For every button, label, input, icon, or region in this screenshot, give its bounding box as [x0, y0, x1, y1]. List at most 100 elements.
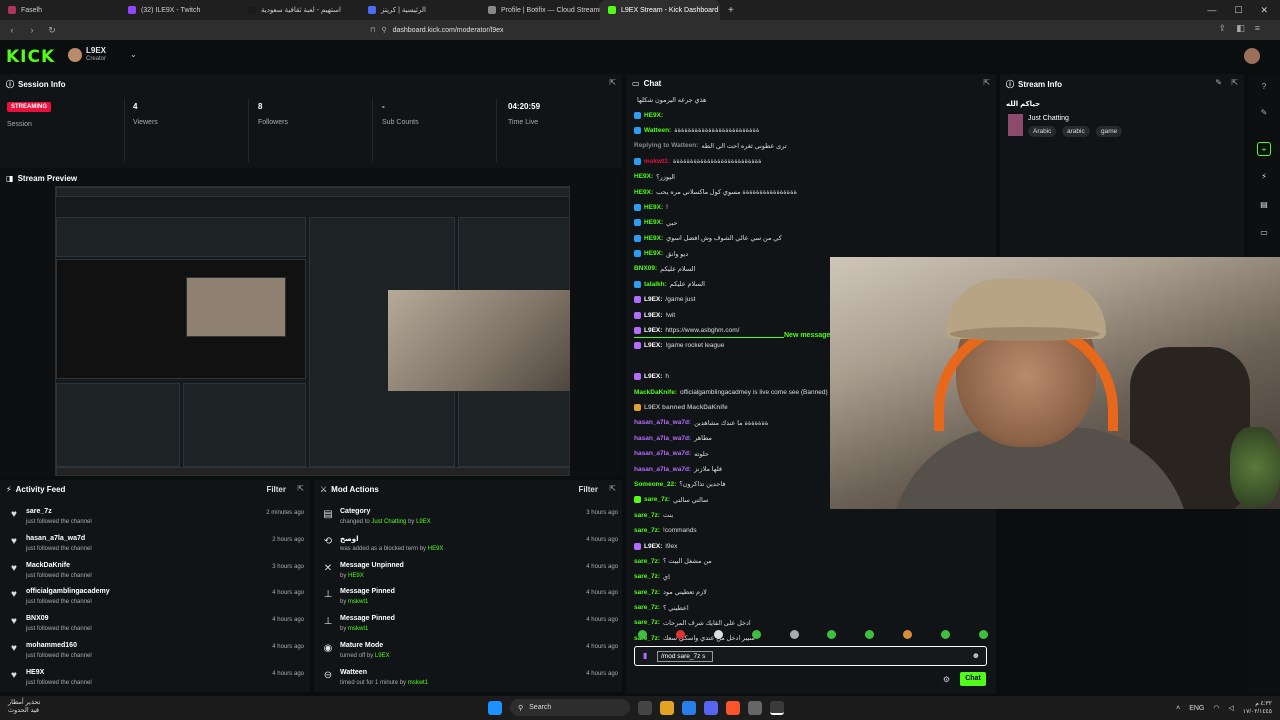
chat-username[interactable]: sare_7z: — [634, 589, 660, 596]
reload-icon[interactable]: ↻ — [44, 25, 60, 36]
chat-input[interactable] — [657, 651, 713, 662]
emoji-icon[interactable]: ☻ — [972, 651, 980, 660]
discord-icon[interactable] — [704, 700, 718, 715]
category-name[interactable]: Just Chatting — [1028, 115, 1069, 122]
browser-tab[interactable]: L9EX Stream - Kick Dashboard✕ — [600, 0, 720, 20]
list-item[interactable]: ♥ HE9X just followed the channel 4 hours ag… — [8, 667, 304, 693]
chat-username[interactable]: L9EX: — [644, 312, 662, 319]
menu-icon[interactable]: ≡ — [1255, 23, 1260, 34]
list-item[interactable]: ♥ BNX09 just followed the channel 4 hours a… — [8, 613, 304, 639]
chat-username[interactable]: L9EX: — [644, 296, 662, 303]
maximize-icon[interactable]: ☐ — [1234, 5, 1242, 16]
chat-username[interactable]: hasan_a7la_wa7d: — [634, 435, 691, 442]
chat-username[interactable]: sare_7z: — [634, 619, 660, 626]
chat-username[interactable]: HE9X: — [644, 235, 663, 242]
chat-username[interactable]: sare_7z: — [634, 558, 660, 565]
profile-avatar[interactable] — [1244, 48, 1260, 64]
lang-indicator[interactable]: ENG — [1189, 705, 1204, 712]
mod-filter-button[interactable]: Filter — [578, 485, 598, 494]
chat-username[interactable]: MackDaKnife: — [634, 389, 677, 396]
chat-message[interactable]: HE9X: حبي — [634, 215, 989, 230]
emote-icon[interactable] — [675, 630, 685, 639]
chat-message[interactable]: sare_7z: اي — [634, 569, 989, 584]
new-tab-icon[interactable]: + — [720, 5, 742, 16]
popout-icon[interactable]: ⇱ — [609, 78, 616, 87]
chat-username[interactable]: sare_7z: — [644, 496, 670, 503]
chat-username[interactable]: talalkh: — [644, 281, 667, 288]
list-item[interactable]: ♥ sare_7z just followed the channel 2 minut… — [8, 506, 304, 532]
chat-username[interactable]: hasan_a7la_wa7d: — [634, 450, 691, 457]
brave-icon[interactable] — [726, 700, 740, 715]
app-icon[interactable] — [748, 700, 762, 715]
popout-icon[interactable]: ⇱ — [1231, 78, 1238, 87]
emote-icon[interactable] — [903, 630, 913, 639]
chat-username[interactable]: Watteen: — [644, 127, 671, 134]
browser-tab[interactable]: Profile | Botifix — Cloud Streaming B — [480, 0, 600, 20]
emote-icon[interactable] — [827, 630, 837, 639]
chat-message[interactable]: HE9X: — [634, 107, 989, 122]
chat-message[interactable]: Replying to Watteen: ترى عطونى ثغره احت ا… — [634, 138, 989, 153]
chat-message[interactable]: HE9X: ةةةةةةةةةةةةةةةة مسوي كول ماكسلاني … — [634, 184, 989, 199]
list-item[interactable]: ⊥ Message Pinned by mskwt1 4 hours ago — [322, 613, 618, 639]
bolt-icon[interactable]: ⚡ — [1257, 170, 1271, 184]
extensions-icon[interactable]: ◧ — [1236, 23, 1245, 34]
emote-icon[interactable] — [638, 630, 647, 639]
back-icon[interactable]: ‹ — [4, 25, 20, 35]
popout-icon[interactable]: ⇱ — [983, 78, 990, 87]
chat-message[interactable]: sare_7z: من مشغل البيت ؟ — [634, 554, 989, 569]
chat-username[interactable]: HE9X: — [634, 189, 653, 196]
chat-username[interactable]: Someone_22: — [634, 481, 676, 488]
gear-icon[interactable]: ⚙ — [943, 675, 950, 684]
emote-icon[interactable] — [978, 630, 988, 639]
activity-filter-button[interactable]: Filter — [266, 485, 286, 494]
obs-icon[interactable] — [770, 700, 784, 715]
chat-message[interactable]: sare_7z: بنت — [634, 508, 989, 523]
chat-username[interactable]: L9EX: — [644, 342, 662, 349]
forward-icon[interactable]: › — [24, 25, 40, 35]
chat-username[interactable]: L9EX: — [644, 543, 662, 550]
emote-icon[interactable] — [713, 630, 723, 639]
kick-logo[interactable]: KICK — [6, 47, 55, 67]
wifi-icon[interactable]: ◠ — [1213, 704, 1219, 712]
url-field[interactable]: ⊓ ⚲ dashboard.kick.com/moderator/l9ex — [370, 23, 890, 37]
volume-icon[interactable]: ◁ — [1228, 704, 1233, 712]
chat-bubble-icon[interactable]: ▭ — [1257, 226, 1271, 240]
chat-message[interactable]: L9EX: l9ex — [634, 538, 989, 553]
chat-message[interactable]: sare_7z: اعطيني ؟ — [634, 600, 989, 615]
list-item[interactable]: ⊖ Watteen timed out for 1 minute by mskwt1… — [322, 667, 618, 693]
avatar[interactable] — [68, 48, 82, 62]
chat-username[interactable]: HE9X: — [644, 250, 663, 257]
browser-tab[interactable]: الرئيسية | كريتز — [360, 0, 480, 20]
chat-username[interactable]: HE9X: — [644, 112, 663, 119]
chat-username[interactable]: sare_7z: — [634, 604, 660, 611]
list-icon[interactable]: ▤ — [1257, 198, 1271, 212]
windows-start-icon[interactable] — [488, 700, 502, 715]
chevron-down-icon[interactable]: ⌄ — [130, 50, 137, 59]
popout-icon[interactable]: ⇱ — [609, 484, 616, 493]
chat-message[interactable]: هذي جرعه اليرمون شكلها — [634, 92, 989, 107]
chat-username[interactable]: sare_7z: — [634, 573, 660, 580]
chat-message[interactable]: HE9X: كي من سي عالي الشوف وش افضل اسوي — [634, 231, 989, 246]
chat-input-box[interactable]: ▮ ☻ — [634, 646, 987, 666]
weather-widget[interactable]: تحذير أمطار قيد الحدوث — [8, 699, 40, 715]
browser-tab[interactable]: (32) ILE9X - Twitch — [120, 0, 240, 20]
list-item[interactable]: ♥ MackDaKnife just followed the channel 3 h… — [8, 560, 304, 586]
list-item[interactable]: ✕ Message Unpinned by HE9X 4 hours ago — [322, 560, 618, 586]
list-item[interactable]: ♥ hasan_a7la_wa7d just followed the channe… — [8, 533, 304, 559]
minimize-icon[interactable]: — — [1207, 5, 1216, 15]
chat-username[interactable]: HE9X: — [634, 173, 653, 180]
emote-icon[interactable] — [941, 630, 950, 639]
close-window-icon[interactable]: ✕ — [1260, 5, 1268, 16]
edit-icon[interactable]: ✎ — [1257, 106, 1271, 120]
chat-username[interactable]: BNX09: — [634, 265, 657, 272]
chat-message[interactable]: mskwt1: ةةةةةةةةةةةةةةةةةةةةةةةةةة — [634, 154, 989, 169]
chat-username[interactable]: HE9X: — [644, 219, 663, 226]
list-item[interactable]: ⟲ اوصخ was added as a blocked term by HE9X… — [322, 533, 618, 559]
list-item[interactable]: ⊥ Message Pinned by mskwt1 4 hours ago — [322, 586, 618, 612]
bookmark-icon[interactable]: ⊓ — [370, 26, 375, 34]
task-view-icon[interactable] — [638, 700, 652, 715]
chat-message[interactable]: sare_7z: !commands — [634, 523, 989, 538]
chat-message[interactable]: sare_7z: ادخل على القايك شرف المرحات — [634, 615, 989, 630]
list-item[interactable]: ◉ Mature Mode turned off by L9EX 4 hours ag… — [322, 640, 618, 666]
chat-username[interactable]: HE9X: — [644, 204, 663, 211]
